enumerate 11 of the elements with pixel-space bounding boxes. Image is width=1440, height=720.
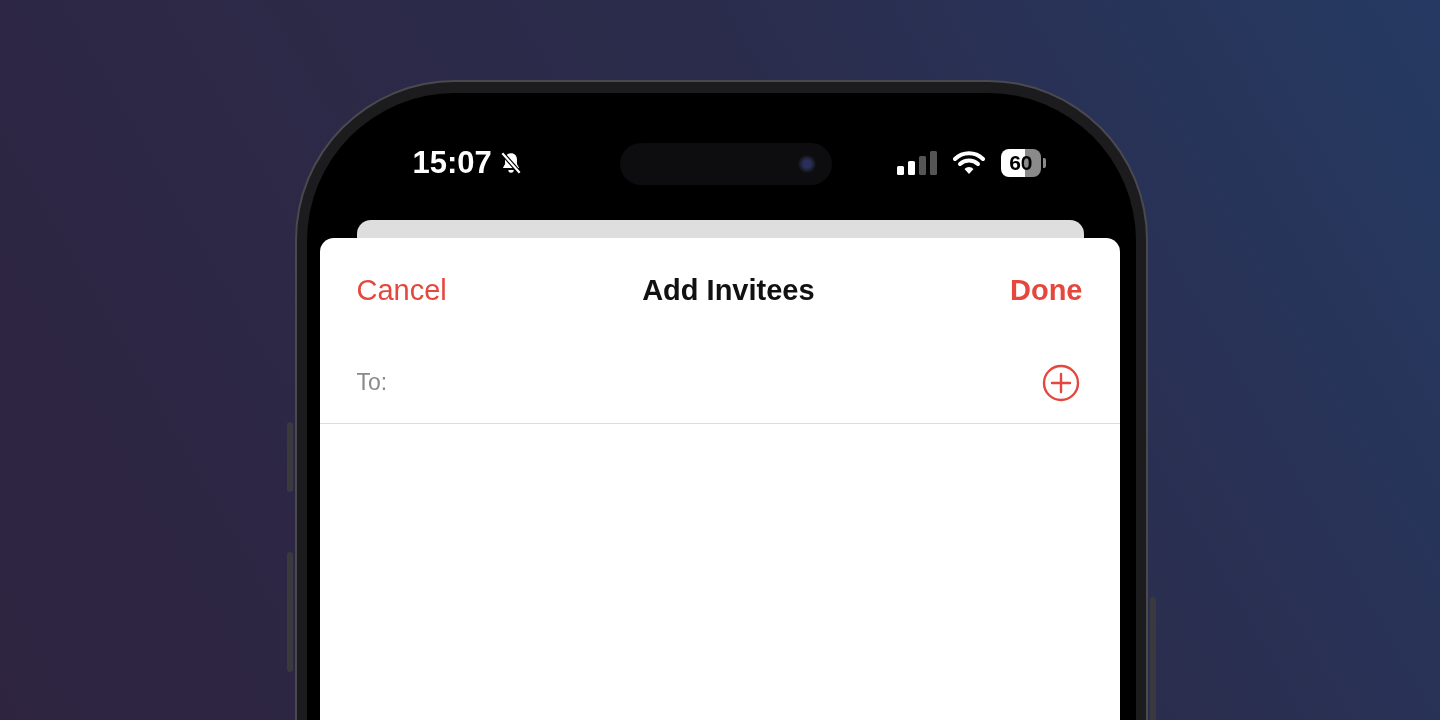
side-button[interactable] — [1149, 597, 1156, 720]
camera-lens-icon — [797, 155, 816, 173]
battery-indicator: 60 — [1001, 149, 1046, 177]
done-button[interactable]: Done — [1010, 273, 1083, 307]
add-icon[interactable] — [1041, 363, 1080, 402]
wifi-icon — [953, 151, 986, 175]
cancel-button[interactable]: Cancel — [356, 273, 447, 307]
status-time: 15:07 — [412, 145, 492, 181]
sheet-title: Add Invitees — [642, 273, 815, 307]
to-label: To: — [356, 369, 388, 396]
signal-icon — [897, 151, 938, 175]
